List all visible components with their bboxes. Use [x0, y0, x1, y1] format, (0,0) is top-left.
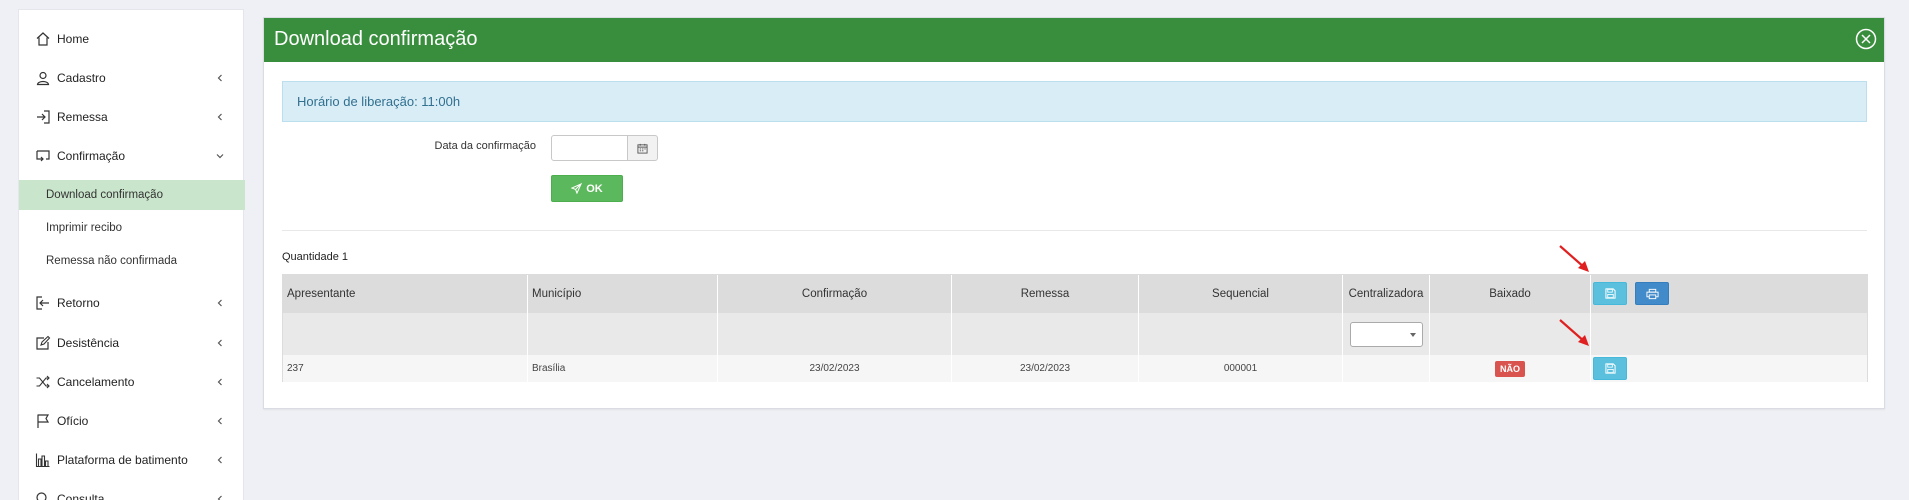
- column-header-sequencial[interactable]: Sequencial: [1139, 275, 1343, 313]
- sidebar-item-desistencia[interactable]: Desistência: [19, 326, 245, 360]
- confirmacao-table: Apresentante Município Confirmação Remes…: [282, 274, 1868, 382]
- sidebar-item-label: Confirmação: [57, 149, 126, 163]
- sidebar-item-consulta[interactable]: Consulta: [19, 482, 245, 500]
- table-row: 237 Brasília 23/02/2023 23/02/2023 00000…: [283, 355, 1867, 382]
- chevron-left-icon: [217, 417, 222, 425]
- download-all-button[interactable]: [1593, 282, 1627, 305]
- quantity-label: Quantidade 1: [282, 251, 349, 263]
- sidebar-item-cancelamento[interactable]: Cancelamento: [19, 365, 245, 399]
- cell-centralizadora: [1343, 355, 1430, 382]
- chevron-left-icon: [217, 456, 222, 464]
- download-confirmacao-panel: Download confirmação Horário de liberaçã…: [263, 17, 1885, 409]
- sidebar-item-label: Desistência: [57, 336, 120, 350]
- calendar-icon: [637, 143, 648, 154]
- panel-header: Download confirmação: [264, 18, 1884, 62]
- sidebar-item-remessa[interactable]: Remessa: [19, 100, 245, 134]
- cell-remessa: 23/02/2023: [952, 355, 1139, 382]
- page-title: Download confirmação: [274, 28, 478, 50]
- centralizadora-filter-select[interactable]: [1349, 321, 1423, 347]
- sidebar-item-label: Remessa: [57, 110, 108, 124]
- sidebar-item-oficio[interactable]: Ofício: [19, 404, 245, 438]
- row-actions-cell: [1591, 355, 1867, 382]
- floppy-disk-icon: [1604, 363, 1616, 374]
- flag-icon: [34, 412, 52, 430]
- sidebar-item-label: Consulta: [57, 492, 105, 500]
- sidebar-item-home[interactable]: Home: [19, 22, 245, 56]
- date-field[interactable]: [551, 135, 628, 161]
- calendar-button[interactable]: [627, 135, 658, 161]
- sidebar-item-confirmacao[interactable]: Confirmação: [19, 139, 245, 173]
- chevron-down-icon: [216, 154, 224, 159]
- close-icon[interactable]: [1854, 27, 1878, 51]
- sidebar: Home Cadastro Remessa Confirmação Downlo…: [18, 9, 245, 500]
- edit-icon: [34, 334, 52, 352]
- home-icon: [34, 30, 52, 48]
- ok-button-label: OK: [586, 182, 603, 195]
- cell-sequencial: 000001: [1139, 355, 1343, 382]
- sidebar-subitem-download-confirmacao[interactable]: Download confirmação: [19, 180, 245, 210]
- sidebar-item-label: Plataforma de batimento: [57, 453, 188, 467]
- release-time-alert: Horário de liberação: 11:00h: [282, 81, 1867, 122]
- cell-confirmacao: 23/02/2023: [718, 355, 952, 382]
- table-header-row: Apresentante Município Confirmação Remes…: [283, 275, 1867, 313]
- header-actions-cell: [1591, 275, 1867, 313]
- chevron-left-icon: [217, 378, 222, 386]
- column-header-apresentante[interactable]: Apresentante: [283, 275, 528, 313]
- cell-municipio: Brasília: [528, 355, 718, 382]
- date-label: Data da confirmação: [434, 140, 537, 152]
- sidebar-subitem-remessa-nao-confirmada[interactable]: Remessa não confirmada: [19, 246, 245, 276]
- bar-chart-icon: [34, 451, 52, 469]
- paper-plane-icon: [571, 183, 583, 194]
- column-header-remessa[interactable]: Remessa: [952, 275, 1139, 313]
- chevron-left-icon: [217, 74, 222, 82]
- caret-down-icon: [1409, 332, 1416, 337]
- sidebar-item-plataforma-de-batimento[interactable]: Plataforma de batimento: [19, 443, 245, 477]
- printer-icon: [1645, 288, 1659, 299]
- print-all-button[interactable]: [1635, 282, 1669, 305]
- status-badge: NÃO: [1495, 360, 1525, 377]
- ok-button[interactable]: OK: [551, 175, 623, 202]
- column-header-centralizadora[interactable]: Centralizadora: [1343, 275, 1430, 313]
- monitor-return-icon: [34, 147, 52, 165]
- shuffle-icon: [34, 373, 52, 391]
- user-icon: [34, 69, 52, 87]
- table-filter-row: [283, 313, 1867, 355]
- column-header-confirmacao[interactable]: Confirmação: [718, 275, 952, 313]
- cell-baixado: NÃO: [1430, 355, 1591, 382]
- column-header-municipio[interactable]: Município: [528, 275, 718, 313]
- chevron-left-icon: [217, 113, 222, 121]
- sidebar-item-label: Retorno: [57, 296, 100, 310]
- download-row-button[interactable]: [1593, 357, 1627, 380]
- column-header-baixado[interactable]: Baixado: [1430, 275, 1591, 313]
- sidebar-item-cadastro[interactable]: Cadastro: [19, 61, 245, 95]
- floppy-disk-icon: [1604, 288, 1616, 299]
- sign-out-icon: [34, 294, 52, 312]
- sidebar-item-label: Ofício: [57, 414, 89, 428]
- sidebar-item-label: Home: [57, 32, 90, 46]
- chevron-left-icon: [217, 299, 222, 307]
- search-icon: [34, 490, 52, 500]
- chevron-left-icon: [217, 339, 222, 347]
- divider: [282, 230, 1867, 231]
- sidebar-subitem-imprimir-recibo[interactable]: Imprimir recibo: [19, 213, 245, 243]
- annotation-arrow-icon: [1559, 245, 1589, 272]
- sign-in-icon: [34, 108, 52, 126]
- sidebar-item-retorno[interactable]: Retorno: [19, 286, 245, 320]
- sidebar-item-label: Cancelamento: [57, 375, 135, 389]
- annotation-arrow-icon: [1559, 319, 1589, 346]
- cell-apresentante: 237: [283, 355, 528, 382]
- chevron-left-icon: [217, 495, 222, 500]
- sidebar-item-label: Cadastro: [57, 71, 106, 85]
